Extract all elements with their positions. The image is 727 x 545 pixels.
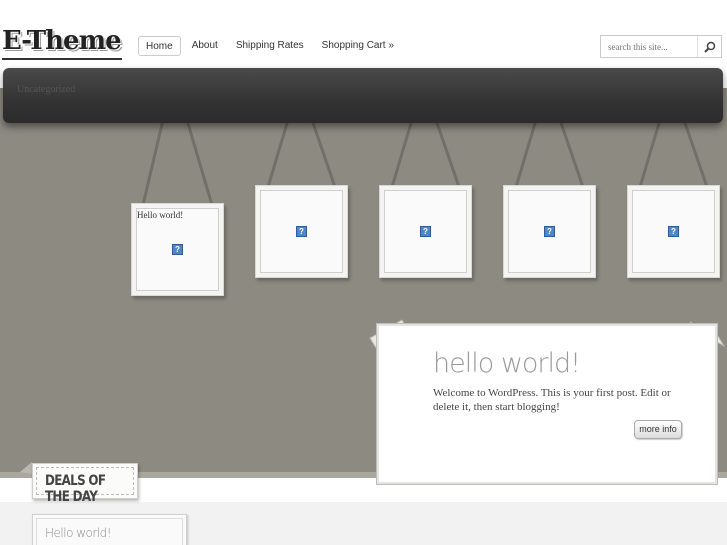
slide-caption: Hello world! [137, 210, 184, 220]
deal-card-title[interactable]: Hello world! [45, 526, 112, 540]
broken-image-icon: ? [296, 226, 307, 237]
slide-thumb-3[interactable]: ? [379, 185, 472, 278]
slide-thumb-2[interactable]: ? [255, 185, 348, 278]
broken-image-icon: ? [420, 226, 431, 237]
deals-of-the-day-badge: DEALS OF THE DAY [32, 463, 138, 505]
slide-thumb-1[interactable]: Hello world! ? [131, 203, 224, 296]
slide-thumb-5[interactable]: ? [627, 185, 720, 278]
category-label[interactable]: Uncategorized [17, 84, 75, 95]
deals-ribbon-fold [20, 462, 32, 474]
featured-post-panel: hello world! Welcome to WordPress. This … [377, 324, 717, 484]
more-info-button[interactable]: more info [634, 420, 682, 439]
broken-image-icon: ? [172, 244, 183, 255]
deal-card[interactable]: Hello world! [32, 514, 187, 545]
featured-post-excerpt: Welcome to WordPress. This is your first… [433, 387, 671, 413]
broken-image-icon: ? [544, 226, 555, 237]
broken-image-icon: ? [668, 226, 679, 237]
featured-post-title[interactable]: hello world! [433, 348, 581, 379]
category-bar: Uncategorized [3, 68, 723, 123]
slide-thumb-4[interactable]: ? [503, 185, 596, 278]
deals-heading: DEALS OF THE DAY [45, 473, 106, 505]
